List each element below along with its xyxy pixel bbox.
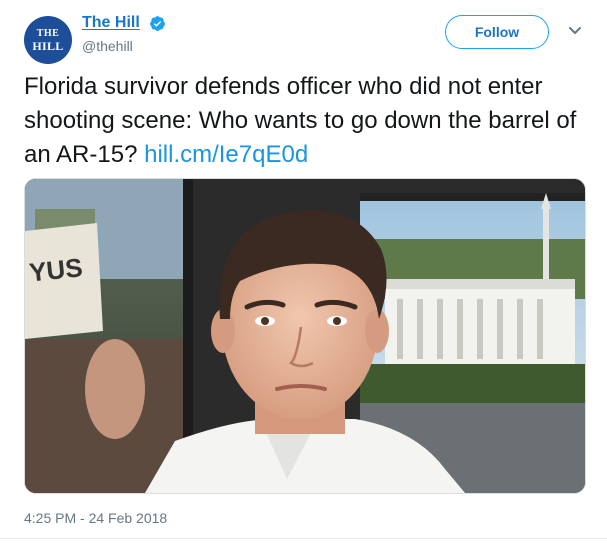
avatar-logo-line1: THE — [36, 27, 60, 39]
account-handle: @thehill — [82, 38, 133, 54]
divider — [0, 538, 607, 539]
tweet-media-image[interactable]: YUS — [24, 178, 586, 494]
tweet-timestamp[interactable]: 4:25 PM - 24 Feb 2018 — [24, 510, 167, 526]
verified-badge-icon — [150, 16, 165, 31]
chevron-down-icon[interactable] — [568, 26, 582, 36]
avatar-logo-line2: HILL — [32, 38, 64, 53]
tweet-link[interactable]: hill.cm/Ie7qE0d — [144, 141, 308, 168]
follow-button[interactable]: Follow — [445, 15, 549, 49]
avatar[interactable]: THE HILL — [24, 16, 72, 64]
media-photo: YUS — [25, 179, 585, 493]
tweet-text: Florida survivor defends officer who did… — [24, 70, 594, 172]
account-name-link[interactable]: The Hill — [82, 14, 140, 32]
protest-sign-text: YUS — [28, 252, 84, 287]
